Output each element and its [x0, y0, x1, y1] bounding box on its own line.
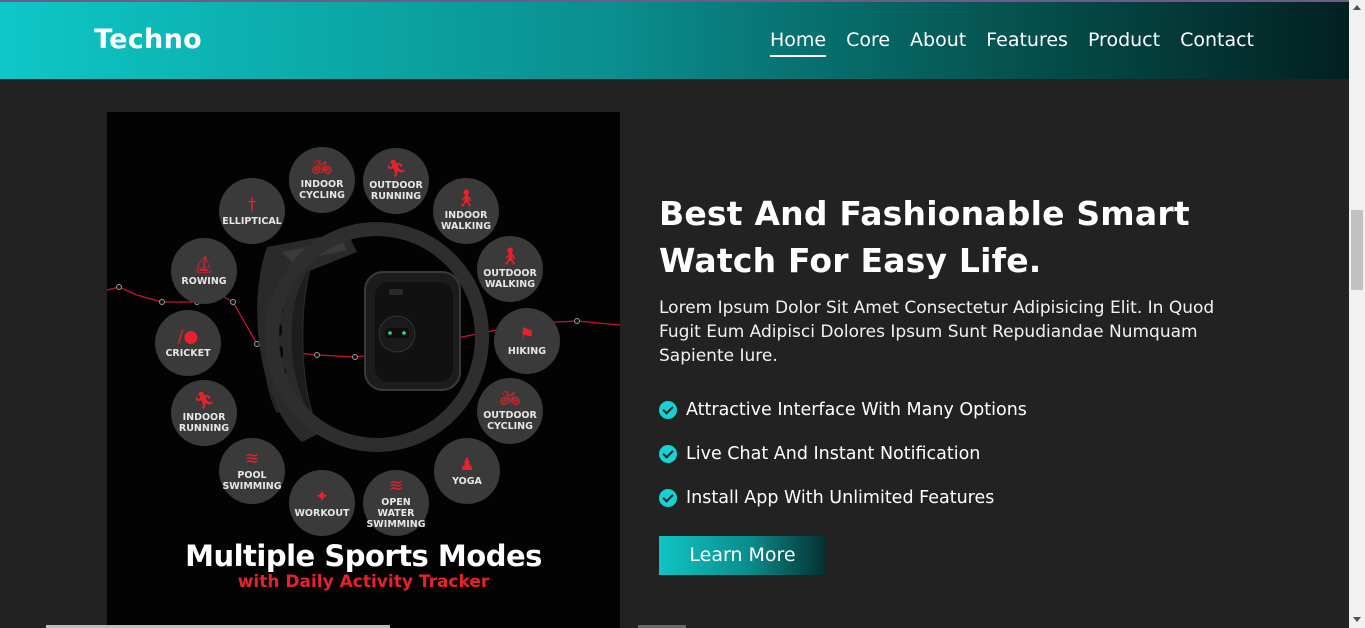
- check-icon: [659, 401, 677, 419]
- rowing-icon: ⛵︎: [193, 254, 215, 275]
- scrollbar-thumb[interactable]: [1351, 210, 1363, 290]
- mode-elliptical: † ELLIPTICAL: [219, 178, 285, 244]
- promo-title: Multiple Sports Modes: [185, 539, 542, 573]
- cricket-icon: ∕●: [177, 326, 199, 347]
- mode-cricket: ∕● CRICKET: [155, 310, 221, 376]
- walking-icon: 🚶︎: [455, 189, 477, 209]
- list-item: Live Chat And Instant Notification: [659, 432, 1219, 476]
- swimming-icon: ≋: [244, 449, 260, 469]
- walking-icon: 🚶︎: [499, 247, 521, 267]
- mode-open-water-swimming: ≋ OPEN WATER SWIMMING: [363, 470, 429, 536]
- nav-contact[interactable]: Contact: [1180, 29, 1254, 57]
- dumbbell-icon: ✦: [314, 486, 330, 507]
- bike-icon: 🚲︎: [499, 389, 521, 409]
- nav-home[interactable]: Home: [769, 29, 827, 57]
- list-item: Attractive Interface With Many Options: [659, 388, 1219, 432]
- scroll-down-icon[interactable]: [1353, 617, 1361, 622]
- nav-about[interactable]: About: [910, 29, 966, 57]
- page-title: Best And Fashionable Smart Watch For Eas…: [659, 194, 1190, 280]
- nav-product[interactable]: Product: [1088, 29, 1160, 57]
- list-item: Install App With Unlimited Features: [659, 476, 1219, 520]
- promo-subtitle: with Daily Activity Tracker: [237, 572, 490, 592]
- check-icon: [659, 489, 677, 507]
- mode-indoor-walking: 🚶︎ INDOOR WALKING: [433, 178, 499, 244]
- bike-icon: 🚲︎: [311, 158, 333, 178]
- swimming-icon: ≋: [388, 475, 404, 496]
- mode-indoor-running: 🏃︎ INDOOR RUNNING: [171, 380, 237, 446]
- mode-outdoor-cycling: 🚲︎ OUTDOOR CYCLING: [477, 378, 543, 444]
- product-image: 🚲︎ INDOOR CYCLING 🏃︎ OUTDOOR RUNNING 🚶︎ …: [107, 112, 620, 628]
- mode-indoor-cycling: 🚲︎ INDOOR CYCLING: [289, 147, 355, 213]
- nav-core[interactable]: Core: [846, 29, 890, 57]
- scroll-up-icon[interactable]: [1353, 5, 1361, 10]
- yoga-icon: ♟: [459, 454, 475, 475]
- mode-pool-swimming: ≋ POOL SWIMMING: [219, 438, 285, 504]
- mode-outdoor-walking: 🚶︎ OUTDOOR WALKING: [477, 236, 543, 302]
- running-icon: 🏃︎: [193, 391, 215, 411]
- elliptical-icon: †: [247, 194, 257, 215]
- nav-features[interactable]: Features: [986, 29, 1068, 57]
- description: Lorem Ipsum Dolor Sit Amet Consectetur A…: [659, 298, 1215, 366]
- vertical-scrollbar[interactable]: [1349, 0, 1365, 628]
- mode-hiking: ⚑ HIKING: [494, 308, 560, 374]
- mode-rowing: ⛵︎ ROWING: [171, 238, 237, 304]
- hiking-icon: ⚑: [519, 324, 535, 345]
- site-header: Techno Home Core About Features Product …: [0, 0, 1349, 79]
- site-logo[interactable]: Techno: [94, 24, 202, 55]
- learn-more-button[interactable]: Learn More: [659, 536, 826, 575]
- feature-list: Attractive Interface With Many Options L…: [659, 388, 1219, 520]
- check-icon: [659, 445, 677, 463]
- running-icon: 🏃︎: [385, 159, 407, 179]
- mode-workout: ✦ WORKOUT: [289, 470, 355, 536]
- mode-outdoor-running: 🏃︎ OUTDOOR RUNNING: [363, 148, 429, 214]
- feature-section: Best And Fashionable Smart Watch For Eas…: [659, 190, 1219, 575]
- mode-yoga: ♟ YOGA: [434, 438, 500, 504]
- main-nav: Home Core About Features Product Contact: [769, 29, 1254, 57]
